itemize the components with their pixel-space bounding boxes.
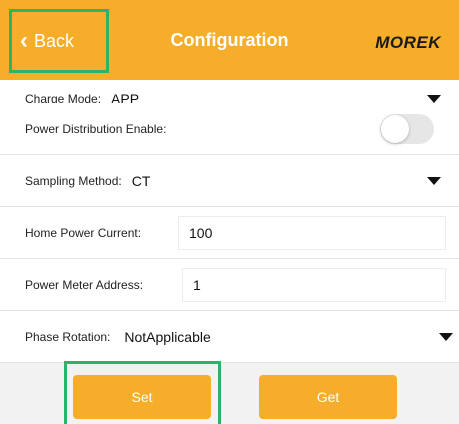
sampling-method-value[interactable]: CT <box>132 173 151 189</box>
sampling-method-row[interactable]: Sampling Method: CT <box>0 155 459 207</box>
sampling-method-label: Sampling Method: <box>25 173 122 188</box>
phase-rotation-row[interactable]: Phase Rotation: NotApplicable <box>0 311 459 363</box>
power-distribution-row: Power Distribution Enable: <box>0 103 459 155</box>
set-button[interactable]: Set <box>73 375 211 419</box>
phase-rotation-label: Phase Rotation: <box>25 329 111 344</box>
home-power-current-row: Home Power Current: 100 <box>0 207 459 259</box>
power-distribution-toggle[interactable] <box>380 114 434 144</box>
caret-down-icon[interactable] <box>427 177 441 185</box>
power-meter-address-input[interactable]: 1 <box>182 268 446 302</box>
get-button[interactable]: Get <box>259 375 397 419</box>
caret-down-icon[interactable] <box>439 333 453 341</box>
brand-logo: MOREK <box>375 33 441 52</box>
top-bar: ‹ Back Configuration MOREK <box>0 0 459 82</box>
home-power-current-input[interactable]: 100 <box>178 216 446 250</box>
caret-down-icon[interactable] <box>427 95 441 103</box>
toggle-knob <box>381 115 409 143</box>
home-power-current-label: Home Power Current: <box>25 225 142 240</box>
phase-rotation-value[interactable]: NotApplicable <box>124 329 210 345</box>
power-meter-address-row: Power Meter Address: 1 <box>0 259 459 311</box>
power-distribution-label: Power Distribution Enable: <box>25 121 167 136</box>
power-meter-address-label: Power Meter Address: <box>25 277 144 292</box>
